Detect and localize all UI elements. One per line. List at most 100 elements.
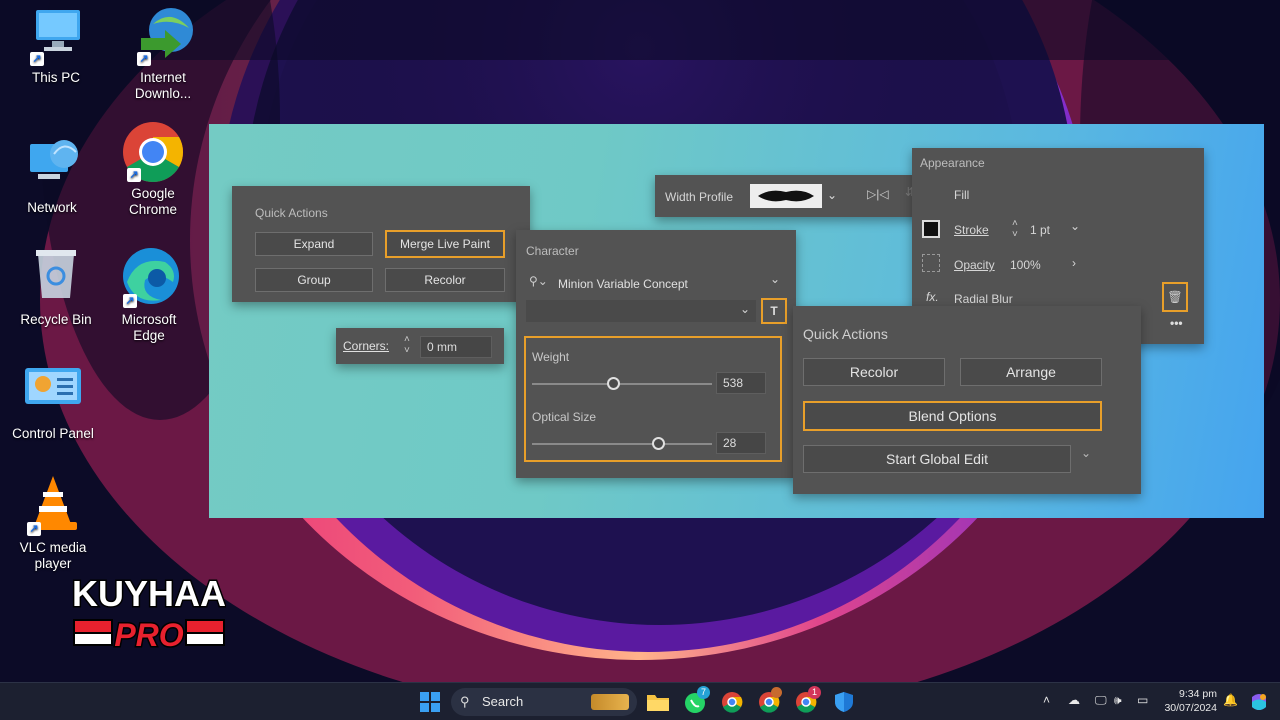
desktop-icon-internet-download[interactable]: ↗ Internet Downlo... xyxy=(113,4,213,102)
watermark-line2: PRO xyxy=(114,617,183,652)
stepper-icon[interactable]: ˄ ˅ xyxy=(1012,218,1018,240)
arrange-button[interactable]: Arrange xyxy=(960,358,1102,386)
opacity-label[interactable]: Opacity xyxy=(954,258,995,272)
weight-value-field[interactable]: 538 xyxy=(716,372,766,394)
shortcut-arrow-icon: ↗ xyxy=(30,52,44,66)
windows-start-icon[interactable] xyxy=(419,691,443,713)
recolor-button[interactable]: Recolor xyxy=(385,268,505,292)
chrome-profile-icon[interactable]: 1 xyxy=(795,686,821,713)
desktop-icon-vlc[interactable]: ↗ VLC media player xyxy=(3,474,103,572)
desktop-icon-microsoft-edge[interactable]: ↗ Microsoft Edge xyxy=(99,246,199,344)
kuyhaa-pro-watermark: KUYHAA PRO xyxy=(70,572,227,657)
notification-bell-icon[interactable]: 🔔 xyxy=(1223,693,1238,707)
desktop-icon-label: Google xyxy=(131,186,175,201)
volume-icon[interactable]: 🕪 xyxy=(1114,693,1122,708)
desktop-icon-google-chrome[interactable]: ↗ Google Chrome xyxy=(103,120,203,218)
stroke-label[interactable]: Stroke xyxy=(954,223,989,237)
whatsapp-icon[interactable]: 7 xyxy=(684,686,710,713)
more-options-icon[interactable]: ••• xyxy=(1170,316,1183,330)
copilot-icon[interactable] xyxy=(1248,691,1272,713)
fill-label: Fill xyxy=(954,188,970,202)
optical-size-value-field[interactable]: 28 xyxy=(716,432,766,454)
vlc-cone-icon: ↗ xyxy=(21,474,85,538)
chrome-icon: ↗ xyxy=(121,120,185,184)
optical-size-label: Optical Size xyxy=(532,410,597,424)
chevron-right-icon[interactable]: › xyxy=(1072,256,1076,270)
desktop-icon-label: This PC xyxy=(31,70,80,85)
corners-label: Corners: xyxy=(343,339,390,353)
start-global-edit-button[interactable]: Start Global Edit xyxy=(803,445,1071,473)
font-search-icon[interactable]: ⚲⌄ xyxy=(529,274,548,288)
width-profile-label: Width Profile xyxy=(665,190,734,204)
width-profile-panel: Width Profile ⌄ ▷|◁ ⇵ xyxy=(655,175,951,217)
stepper-icon[interactable]: ˄ ˅ xyxy=(404,334,410,356)
shortcut-arrow-icon: ↗ xyxy=(137,52,151,66)
watermark-line1: KUYHAA xyxy=(72,573,226,614)
weight-slider-knob[interactable] xyxy=(607,377,620,390)
notification-badge: 7 xyxy=(697,686,710,699)
chrome-profile-icon[interactable] xyxy=(758,687,782,713)
font-family-field[interactable]: Minion Variable Concept xyxy=(558,277,688,291)
fx-icon: fx. xyxy=(926,290,939,304)
desktop-icon-label: Downlo... xyxy=(134,86,192,101)
taskbar: ⚲ Search 7 1 ˄ ☁ 🖵 🕪 ▭ 9:34 pm 30/07/202… xyxy=(0,682,1280,720)
desktop-icon-control-panel[interactable]: Control Panel xyxy=(3,360,103,442)
panel-title: Appearance xyxy=(920,156,985,170)
shortcut-arrow-icon: ↗ xyxy=(127,168,141,182)
font-style-dropdown[interactable] xyxy=(526,300,756,322)
chevron-down-icon[interactable]: ⌄ xyxy=(1070,219,1080,233)
stroke-swatch-icon[interactable] xyxy=(922,220,940,238)
optical-size-slider-knob[interactable] xyxy=(652,437,665,450)
defender-shield-icon[interactable] xyxy=(833,691,857,713)
weight-label: Weight xyxy=(532,350,570,364)
taskbar-search-box[interactable]: ⚲ Search xyxy=(451,688,637,716)
recolor-button[interactable]: Recolor xyxy=(803,358,945,386)
desktop-icon-label: VLC media xyxy=(19,540,87,555)
brush-stroke-icon xyxy=(758,190,814,202)
edge-icon: ↗ xyxy=(117,246,181,310)
quick-actions-panel-right: Quick Actions Recolor Arrange Blend Opti… xyxy=(793,306,1141,494)
search-icon: ⚲ xyxy=(460,694,470,709)
opacity-value[interactable]: 100% xyxy=(1010,258,1041,272)
battery-icon[interactable]: ▭ xyxy=(1137,693,1148,707)
chevron-down-icon[interactable]: ⌄ xyxy=(827,188,837,202)
network-status-icon[interactable]: 🖵 xyxy=(1095,693,1107,708)
group-button[interactable]: Group xyxy=(255,268,373,292)
profile-avatar-icon xyxy=(771,687,782,698)
panel-title: Character xyxy=(526,244,579,258)
watermark-logo: KUYHAA PRO xyxy=(70,572,227,655)
flip-icon[interactable]: ▷|◁ xyxy=(867,187,889,201)
chevron-up-icon[interactable]: ˄ xyxy=(1043,693,1050,707)
blend-options-button[interactable]: Blend Options xyxy=(803,401,1102,431)
delete-trash-icon[interactable]: 🗑 xyxy=(1162,282,1188,312)
optical-size-slider-track[interactable] xyxy=(532,443,712,445)
chevron-down-icon[interactable]: ⌄ xyxy=(770,272,780,286)
desktop-icon-label: Chrome xyxy=(128,202,177,217)
expand-button[interactable]: Expand xyxy=(255,232,373,256)
chrome-taskbar-icon[interactable] xyxy=(721,691,745,713)
quick-actions-panel-left: Quick Actions Expand Merge Live Paint Gr… xyxy=(232,186,530,302)
desktop-icon-network[interactable]: Network xyxy=(2,134,102,216)
clock-time[interactable]: 9:34 pm xyxy=(1163,688,1217,700)
shortcut-arrow-icon: ↗ xyxy=(123,294,137,308)
search-highlight-icon xyxy=(591,694,629,710)
stroke-weight-value[interactable]: 1 pt xyxy=(1030,223,1050,237)
effect-label[interactable]: Radial Blur xyxy=(954,292,1013,306)
cloud-icon[interactable]: ☁ xyxy=(1068,693,1080,707)
file-explorer-icon[interactable] xyxy=(646,691,670,713)
chevron-down-icon[interactable]: ⌄ xyxy=(740,302,750,316)
recycle-bin-icon xyxy=(24,246,88,310)
panel-title: Quick Actions xyxy=(803,326,888,342)
variable-font-icon[interactable]: T xyxy=(761,298,787,324)
desktop-icon-recycle-bin[interactable]: Recycle Bin xyxy=(6,246,106,328)
corners-field[interactable]: 0 mm xyxy=(420,336,492,358)
merge-live-paint-button[interactable]: Merge Live Paint xyxy=(385,230,505,258)
variable-font-axes: Weight 538 Optical Size 28 xyxy=(524,336,782,462)
weight-slider-track[interactable] xyxy=(532,383,712,385)
desktop-icon-label: Network xyxy=(27,200,77,215)
width-profile-swatch[interactable] xyxy=(750,184,822,208)
globe-download-icon: ↗ xyxy=(131,4,195,68)
chevron-down-icon[interactable]: ⌄ xyxy=(1081,446,1091,460)
desktop-icon-this-pc[interactable]: ↗ This PC xyxy=(6,4,106,86)
clock-date[interactable]: 30/07/2024 xyxy=(1157,702,1217,714)
